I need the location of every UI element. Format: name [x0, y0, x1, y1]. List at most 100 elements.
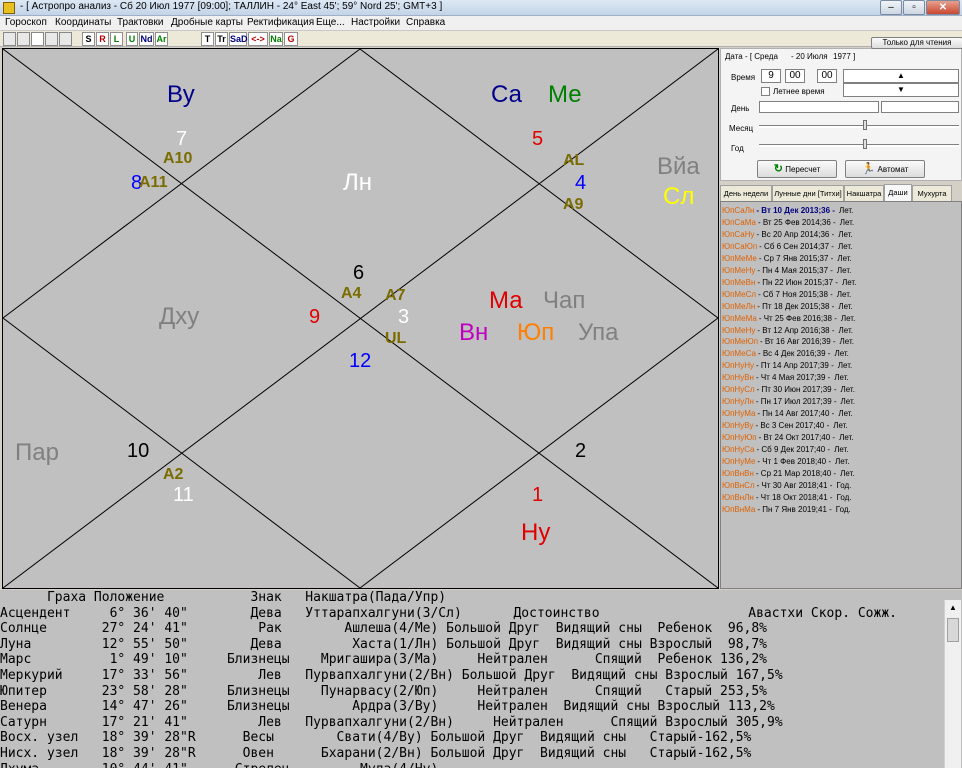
dasha-date: - Сб 6 Сен 2014;37 -: [759, 241, 834, 251]
toolbar-button-4[interactable]: Nd: [139, 32, 154, 46]
table-scrollbar[interactable]: ▲: [944, 600, 961, 768]
dasha-row[interactable]: ЮпМеЮп - Вт 16 Авг 2016;39 - Лет.: [721, 336, 854, 348]
toolbar-button-6[interactable]: T: [201, 32, 214, 46]
dasha-lords: ЮпМеМе: [722, 253, 757, 263]
table-row: Марс 1° 49' 10" Близнецы Мригашира(3/Ма)…: [0, 652, 768, 668]
dasha-row[interactable]: ЮпНуВу - Вс 3 Сен 2017;40 - Лет.: [721, 420, 848, 432]
day-slider-box[interactable]: [759, 101, 879, 113]
menu-interpretations[interactable]: Трактовки: [117, 17, 163, 28]
dasha-row[interactable]: ЮпСаНу - Вс 20 Апр 2014;36 - Лет.: [721, 229, 853, 241]
menu-more[interactable]: Еще...: [316, 17, 345, 28]
dasha-row[interactable]: ЮпМеЛн - Пт 18 Дек 2015;38 - Лет.: [721, 301, 853, 313]
dasha-row[interactable]: ЮпСаЛн - Вт 10 Дек 2013;36 - Лет.: [721, 205, 853, 217]
dasha-row[interactable]: ЮпВнЛн - Чт 18 Окт 2018;41 - Год.: [721, 492, 852, 504]
dasha-lords: ЮпСаЮп: [722, 241, 758, 251]
toolbar-button-1[interactable]: R: [96, 32, 109, 46]
time-down-arrow[interactable]: ▼: [843, 83, 959, 97]
dasha-unit: Лет.: [838, 301, 853, 311]
tab-weekday[interactable]: День недели: [720, 185, 772, 201]
year-slider[interactable]: [759, 144, 959, 147]
tab-lunar-days[interactable]: Лунные дни [Титхи]: [772, 185, 844, 201]
toolbar-button-5[interactable]: Ar: [155, 32, 168, 46]
new-icon[interactable]: [31, 32, 44, 46]
recalc-button[interactable]: ↻ Пересчет: [757, 160, 837, 178]
dasha-lords: ЮпНуСа: [722, 445, 755, 454]
save-icon[interactable]: [45, 32, 58, 46]
dasha-lords: ЮпВнСл: [722, 480, 755, 490]
hour-field[interactable]: 9: [761, 69, 781, 83]
folder-icon[interactable]: [17, 32, 30, 46]
dasha-unit: Лет.: [840, 385, 855, 395]
dasha-row[interactable]: ЮпСаМа - Вт 25 Фев 2014;36 - Лет.: [721, 217, 854, 229]
dasha-date: - Сб 7 Ноя 2015;38 -: [758, 289, 833, 299]
toolbar-button-9[interactable]: <->: [248, 32, 268, 46]
dasha-row[interactable]: ЮпМеНу - Пн 4 Мая 2015;37 - Лет.: [721, 265, 851, 277]
menu-settings[interactable]: Настройки: [351, 17, 400, 28]
toolbar-button-11[interactable]: G: [284, 32, 298, 46]
dasha-lords: ЮпМеВн: [722, 277, 756, 287]
second-field[interactable]: 00: [817, 69, 837, 83]
dasha-row[interactable]: ЮпНуНу - Пт 14 Апр 2017;39 - Лет.: [721, 360, 852, 372]
dasha-row[interactable]: ЮпНуСл - Пт 30 Июн 2017;39 - Лет.: [721, 384, 855, 396]
house-number: 1: [532, 484, 544, 506]
toolbar: S R L U Nd Ar T Tr SaDg <-> Na G: [0, 31, 962, 47]
print-icon[interactable]: [59, 32, 72, 46]
open-icon[interactable]: [3, 32, 16, 46]
month-slider-thumb[interactable]: [863, 120, 867, 130]
planet-label: Вн: [459, 319, 489, 346]
toolbar-button-2[interactable]: L: [110, 32, 123, 46]
tab-muhurta[interactable]: Мухурта: [912, 185, 952, 201]
dasha-row[interactable]: ЮпСаЮп - Сб 6 Сен 2014;37 - Лет.: [721, 241, 852, 253]
menu-coordinates[interactable]: Координаты: [55, 17, 111, 28]
month-slider[interactable]: [759, 125, 959, 128]
minute-field[interactable]: 00: [785, 69, 805, 83]
dasha-row[interactable]: ЮпМеСа - Вс 4 Дек 2016;39 - Лет.: [721, 348, 849, 360]
table-row: Луна 12° 55' 50" Дева Хаста(1/Лн) Большо…: [0, 636, 768, 652]
dasha-row[interactable]: ЮпВнМа - Пн 7 Янв 2019;41 - Год.: [721, 504, 851, 516]
north-indian-chart: Ву Са Ме Вйа Сл Лн Дху Ма Чап Вн Юп Упа Пар Ну 7 8 5 4 6 9 3…: [2, 48, 719, 589]
dasha-row[interactable]: ЮпНуЮп - Вт 24 Окт 2017;40 - Лет.: [721, 432, 854, 444]
dasha-row[interactable]: ЮпМеСл - Сб 7 Ноя 2015;38 - Лет.: [721, 289, 851, 301]
toolbar-button-3[interactable]: U: [126, 32, 138, 46]
tab-nakshatra[interactable]: Накшатра: [844, 185, 884, 201]
dasha-row[interactable]: ЮпМеМа - Чт 25 Фев 2016;38 - Лет.: [721, 313, 855, 325]
menu-horoscope[interactable]: Гороскоп: [5, 17, 47, 28]
toolbar-button-0[interactable]: S: [82, 32, 95, 46]
arudha-label: A11: [139, 174, 168, 191]
auto-button[interactable]: 🏃 Автомат: [845, 160, 925, 178]
restore-button[interactable]: ▫: [903, 0, 925, 15]
dasha-row[interactable]: ЮпВнСл - Чт 30 Авг 2018;41 - Год.: [721, 480, 851, 492]
dasha-unit: Лет.: [838, 325, 853, 335]
toolbar-button-7[interactable]: Tr: [215, 32, 228, 46]
dasha-unit: Год.: [836, 480, 852, 490]
dasha-row[interactable]: ЮпНуМа - Пн 14 Авг 2017;40 - Лет.: [721, 408, 853, 420]
close-button[interactable]: ✕: [926, 0, 960, 15]
dasha-lords: ЮпМеСл: [722, 289, 757, 299]
menu-rectification[interactable]: Ректификация: [247, 17, 314, 28]
dasha-row[interactable]: ЮпВнВн - Ср 21 Мар 2018;40 - Лет.: [721, 468, 855, 480]
dasha-date: - Вт 25 Фев 2014;36 -: [757, 217, 836, 227]
menu-divisional-charts[interactable]: Дробные карты: [171, 17, 243, 28]
tab-dasha[interactable]: Даши: [884, 184, 912, 201]
day-value-box[interactable]: [881, 101, 959, 113]
toolbar-button-8[interactable]: SaDg: [229, 32, 253, 46]
dst-checkbox[interactable]: [761, 87, 770, 96]
dasha-row[interactable]: ЮпНуМе - Чт 1 Фев 2018;40 - Лет.: [721, 456, 849, 468]
minimize-button[interactable]: –: [880, 0, 902, 15]
scroll-up-arrow[interactable]: ▲: [945, 600, 961, 616]
dasha-row[interactable]: ЮпНуВн - Чт 4 Мая 2017;39 - Лет.: [721, 372, 849, 384]
dasha-lords: ЮпНуВн: [722, 373, 754, 383]
dasha-lords: ЮпНуМе: [722, 456, 756, 466]
dasha-row[interactable]: ЮпМеВн - Пн 22 Июн 2015;37 - Лет.: [721, 277, 856, 289]
dasha-row[interactable]: ЮпМеНу - Вт 12 Апр 2016;38 - Лет.: [721, 325, 853, 337]
dasha-row[interactable]: ЮпНуЛн - Пн 17 Июл 2017;39 - Лет.: [721, 396, 855, 408]
time-up-arrow[interactable]: ▲: [843, 69, 959, 83]
scroll-thumb[interactable]: [947, 618, 959, 642]
dasha-row[interactable]: ЮпМеМе - Ср 7 Янв 2015;37 - Лет.: [721, 253, 852, 265]
read-only-button[interactable]: Только для чтения: [871, 37, 962, 49]
year-slider-thumb[interactable]: [863, 139, 867, 149]
menu-help[interactable]: Справка: [406, 17, 445, 28]
table-header: Граха Положение Знак Накшатра(Пада/Упр): [0, 590, 447, 605]
toolbar-button-10[interactable]: Na: [269, 32, 283, 46]
dasha-row[interactable]: ЮпНуСа - Сб 9 Дек 2017;40 - Лет.: [721, 444, 849, 456]
